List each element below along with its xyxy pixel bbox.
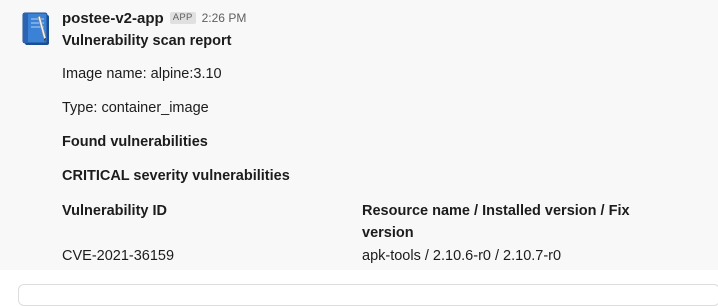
message-header: postee-v2-app APP 2:26 PM [62, 8, 702, 28]
table-header-vuln-id: Vulnerability ID [62, 203, 168, 219]
report-title: Vulnerability scan report [62, 33, 232, 49]
found-vulnerabilities-heading: Found vulnerabilities [62, 134, 208, 150]
app-avatar[interactable] [20, 12, 52, 48]
message-timestamp[interactable]: 2:26 PM [202, 11, 247, 25]
notebook-icon [22, 12, 49, 45]
table-cell-vuln-id: CVE-2021-36159 [62, 248, 175, 264]
message-composer[interactable] [18, 284, 718, 306]
critical-severity-heading: CRITICAL severity vulnerabilities [62, 168, 290, 184]
table-cell-resource: apk-tools / 2.10.6-r0 / 2.10.7-r0 [362, 248, 562, 264]
app-badge: APP [169, 12, 196, 24]
image-name-text: Image name: alpine:3.10 [62, 66, 222, 82]
sender-name[interactable]: postee-v2-app [62, 10, 164, 27]
message-content: postee-v2-app APP 2:26 PM Vulnerability … [62, 8, 702, 265]
table-header-resource: Resource name / Installed version / Fix … [362, 203, 630, 241]
type-text: Type: container_image [62, 100, 209, 116]
message-container: postee-v2-app APP 2:26 PM Vulnerability … [0, 0, 718, 270]
